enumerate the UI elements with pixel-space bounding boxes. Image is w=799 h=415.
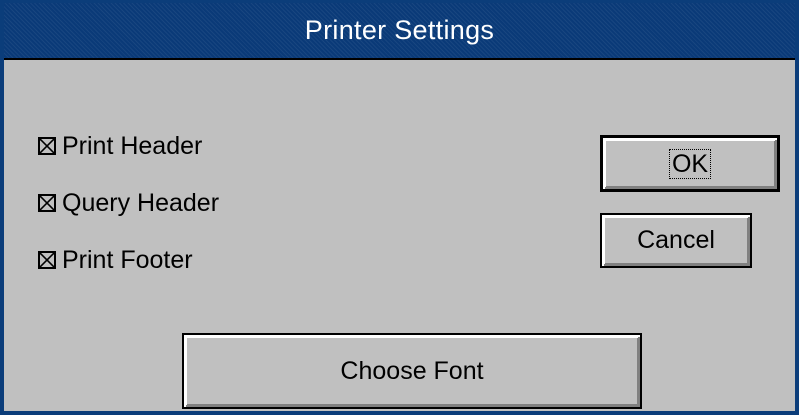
print-footer-option[interactable]: Print Footer [38, 240, 219, 280]
query-header-option[interactable]: Query Header [38, 183, 219, 223]
print-footer-checkbox[interactable] [38, 251, 56, 269]
print-header-checkbox[interactable] [38, 137, 56, 155]
query-header-checkbox[interactable] [38, 194, 56, 212]
header-footer-options: Print Header Query Header Print Footer [38, 126, 219, 297]
ok-button[interactable]: OK [600, 135, 780, 192]
ok-button-label: OK [668, 148, 712, 179]
printer-settings-dialog: Printer Settings Print Header Query Head… [0, 0, 799, 415]
print-footer-label: Print Footer [62, 245, 193, 274]
print-header-option[interactable]: Print Header [38, 126, 219, 166]
checked-x-icon [40, 139, 54, 153]
cancel-button-label: Cancel [637, 226, 715, 254]
choose-font-button-label: Choose Font [340, 356, 484, 385]
choose-font-button[interactable]: Choose Font [182, 333, 642, 409]
checked-x-icon [40, 253, 54, 267]
query-header-label: Query Header [62, 188, 220, 217]
cancel-button[interactable]: Cancel [600, 213, 752, 268]
dialog-title: Printer Settings [304, 15, 495, 45]
title-bar[interactable]: Printer Settings [4, 3, 795, 60]
print-header-label: Print Header [62, 131, 203, 160]
checked-x-icon [40, 196, 54, 210]
